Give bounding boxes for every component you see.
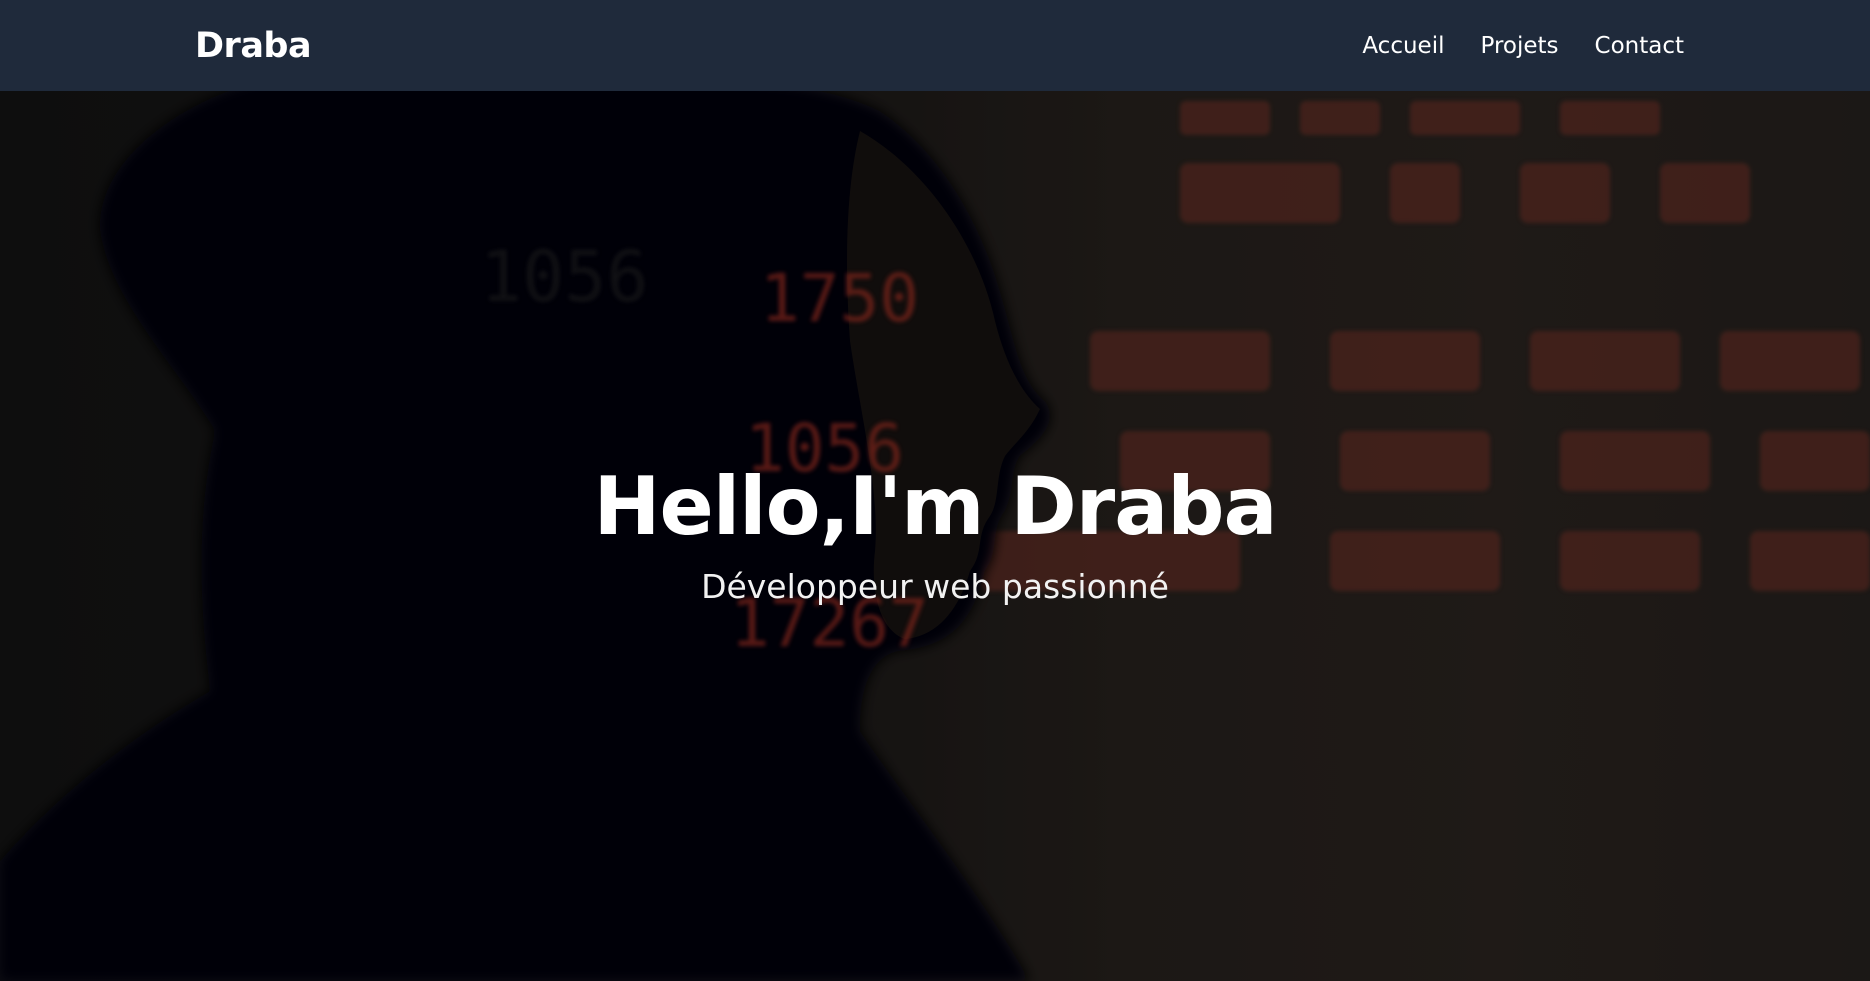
hero-title: Hello,I'm Draba [593,460,1278,553]
hero-section: 1750 1056 17267 1056 Hello,I'm Draba Dév… [0,91,1870,981]
hero-content: Hello,I'm Draba Développeur web passionn… [0,459,1870,609]
brand-logo[interactable]: Draba [195,25,312,67]
nav-link-projets[interactable]: Projets [1480,30,1558,62]
nav-link-contact[interactable]: Contact [1595,30,1684,62]
top-navbar: Draba Accueil Projets Contact [0,0,1870,91]
hero-subtitle: Développeur web passionné [701,567,1169,606]
nav-link-accueil[interactable]: Accueil [1362,30,1444,62]
nav-menu: Accueil Projets Contact [1362,30,1684,62]
